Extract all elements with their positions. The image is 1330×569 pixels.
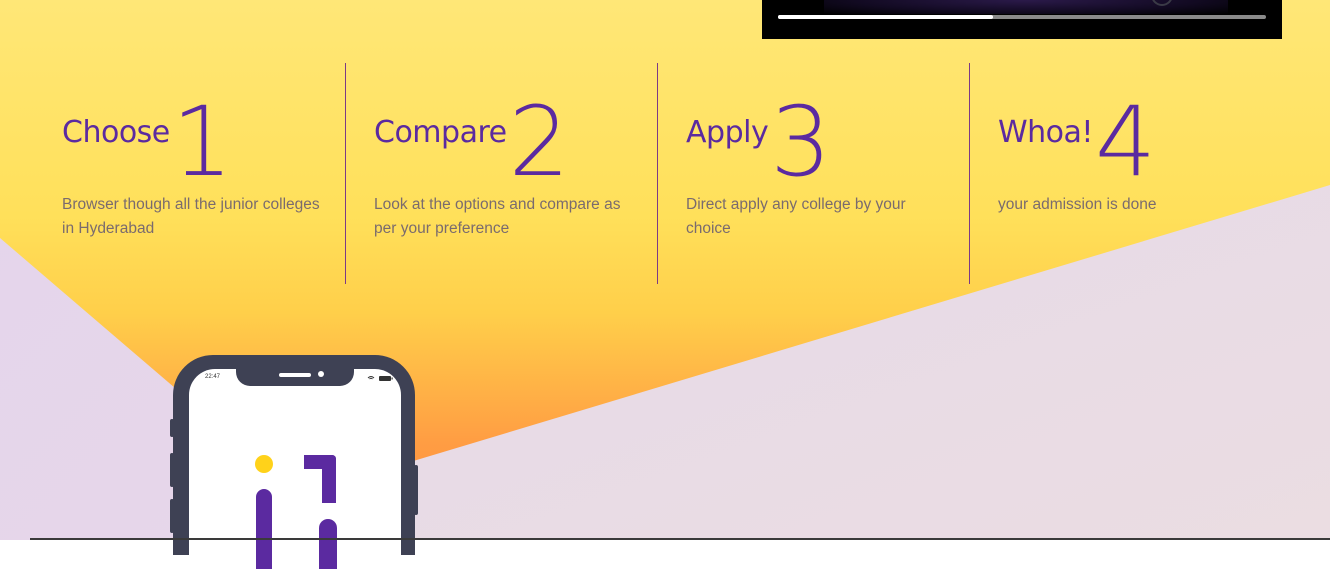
phone-mockup: 22:47 [170,355,418,569]
wifi-battery-icon [367,376,393,381]
step-apply: Apply 3 Direct apply any college by your… [657,63,969,284]
step-description: Look at the options and compare as per y… [374,196,621,237]
step-compare: Compare 2 Look at the options and compar… [345,63,657,284]
phone-side-button [170,499,174,533]
video-frame [824,0,1228,14]
step-heading: Choose 1 [62,90,346,193]
phone-side-button [170,453,174,487]
logo-bar [256,489,272,569]
step-number: 1 [171,86,233,198]
step-description: your admission is done [998,196,1157,213]
phone-side-button [170,419,174,437]
video-progress-bar[interactable] [778,15,1266,19]
play-icon [1151,0,1173,6]
step-title: Compare [374,115,507,150]
step-heading: Compare 2 [374,90,657,193]
step-description: Browser though all the junior colleges i… [62,196,320,237]
phone-notch [236,369,354,386]
phone-power-button [414,465,418,515]
step-number: 2 [508,86,570,198]
step-number: 3 [770,86,832,198]
step-title: Apply [686,115,769,150]
step-choose: Choose 1 Browser though all the junior c… [34,63,346,284]
video-player[interactable] [762,0,1282,39]
video-progress-fill [778,15,993,19]
step-title: Choose [62,115,170,150]
logo-stem [319,519,337,569]
step-whoa: Whoa! 4 your admission is done [969,63,1281,284]
step-heading: Apply 3 [686,90,969,193]
step-description: Direct apply any college by your choice [686,196,906,237]
logo-hook [304,455,336,503]
logo-dot [255,455,273,473]
step-number: 4 [1094,86,1157,198]
camera-icon [318,371,324,377]
status-clock: 22:47 [205,374,221,380]
step-title: Whoa! [998,115,1093,150]
steps-section: Choose 1 Browser though all the junior c… [34,63,1282,284]
speaker-icon [279,373,311,377]
step-heading: Whoa! 4 [998,90,1281,193]
